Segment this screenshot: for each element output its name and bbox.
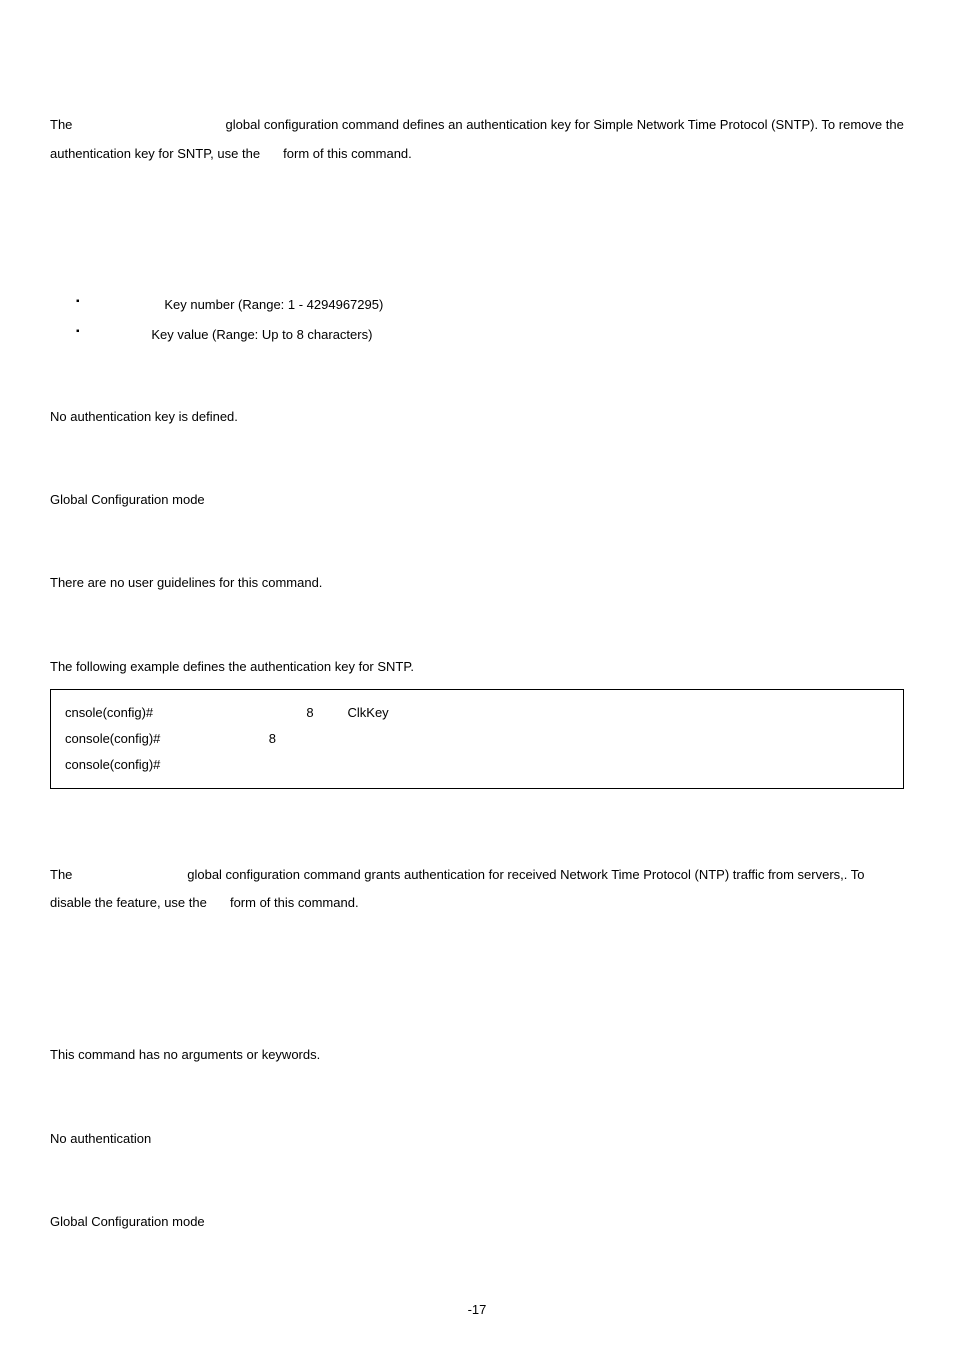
default-text-2: No authentication [50,1125,904,1154]
section1-title: 5.2.4 sntp authentication-key [50,60,904,97]
code-arg: ClkKey [348,705,389,720]
page-number: -17 [50,1296,904,1325]
list-item: number — Key number (Range: 1 - 42949672… [76,292,904,318]
code-row-2: console(config)# sntp trusted-key 8 [65,726,889,752]
examples-text: The following example defines the authen… [50,653,904,682]
section2-intro: The sntp authenticate global configurati… [50,861,904,918]
default-text: No authentication key is defined. [50,403,904,432]
intro-pre: The [50,117,76,132]
intro-post: form of this command. [280,146,412,161]
param-list: number — Key number (Range: 1 - 42949672… [76,292,904,348]
code-row-1: cnsole(config)# sntp authentication-key … [65,700,889,726]
guidelines-text: There are no user guidelines for this co… [50,569,904,598]
code-example: cnsole(config)# sntp authentication-key … [50,689,904,789]
syntax2-line2: no sntp authenticate [50,1007,904,1036]
code-arg: 8 [306,705,317,720]
syntax2-line1: sntp authenticate [50,972,904,1001]
section1-intro: The sntp authentication-key global confi… [50,111,904,168]
section2-title: 5.2.5 sntp authenticate [50,809,904,846]
default-heading: Default Configuration [50,368,904,397]
param-desc: Key number (Range: 1 - 4294967295) [164,297,383,312]
code-cmd: sntp authentication-key [157,705,307,720]
mode-heading: Command Mode [50,452,904,481]
mode-text: Global Configuration mode [50,486,904,515]
param-dash: — [135,327,152,342]
intro-no: no [264,146,280,161]
syntax-line-1: sntp authentication-key number md5 value [50,223,904,252]
code-row-3: console(config)# sntp authenticate [65,752,889,778]
code-arg: 8 [269,731,276,746]
intro-cmd: sntp authentication-key [76,117,222,132]
syntax-heading-2: Syntax [50,938,904,967]
mode-heading-2: Command Mode [50,1173,904,1202]
syntax1-a: sntp authentication-key [50,229,200,244]
syntax1-c: md5 [247,229,277,244]
code-cmd: md5 [317,705,347,720]
syntax2-l1: sntp authenticate [50,978,158,993]
syntax2-b: number [219,264,263,279]
mode-text-2: Global Configuration mode [50,1208,904,1237]
syntax-heading: Syntax [50,189,904,218]
code-cmd: sntp authenticate [164,757,272,772]
code-prompt: console(config)# [65,757,164,772]
intro-pre: The [50,867,76,882]
param-key: number [100,297,148,312]
intro-post: form of this command. [226,895,358,910]
param-key: value [100,327,135,342]
syntax1-d: value [278,229,309,244]
syntax-line-2: no sntp authentication-key number [50,258,904,287]
param-desc: Key value (Range: Up to 8 characters) [151,327,372,342]
guidelines-heading: User Guidelines [50,535,904,564]
noargs-text: This command has no arguments or keyword… [50,1041,904,1070]
code-prompt: console(config)# [65,731,164,746]
list-item: value — Key value (Range: Up to 8 charac… [76,322,904,348]
default-heading-2: Default Configuration [50,1090,904,1119]
syntax2-a: no sntp authentication-key [50,264,219,279]
intro-cmd: sntp authenticate [76,867,184,882]
intro-no: no [210,895,226,910]
code-cmd: sntp trusted-key [164,731,269,746]
examples-heading: Examples [50,618,904,647]
param-dash: — [148,297,165,312]
code-prompt: cnsole(config)# [65,705,157,720]
syntax1-b: number [200,229,248,244]
syntax2-l2: no sntp authenticate [50,1013,177,1028]
